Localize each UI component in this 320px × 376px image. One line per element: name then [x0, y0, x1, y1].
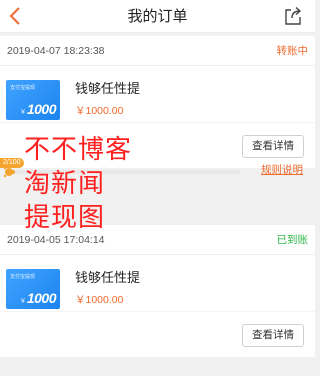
order-header: 2019-04-07 18:23:38 转账中 — [0, 36, 315, 66]
order-time: 2019-04-07 18:23:38 — [7, 44, 105, 57]
progress-handle-icon — [3, 166, 13, 178]
progress-indicator: 2/100 — [0, 158, 250, 180]
order-card: 2019-04-07 18:23:38 转账中 支付宝提现 ¥ 1000 钱够任… — [0, 36, 315, 168]
thumbnail-currency: ¥ — [20, 109, 25, 116]
thumbnail-amount: ¥ 1000 — [20, 290, 57, 306]
thumbnail-value: 1000 — [26, 101, 57, 117]
product-price: ￥1000.00 — [75, 105, 124, 117]
thumbnail-amount: ¥ 1000 — [20, 101, 57, 117]
product-name: 钱够任性提 — [75, 81, 141, 96]
progress-track — [10, 170, 240, 174]
view-details-button[interactable]: 查看详情 — [242, 324, 304, 347]
view-details-button[interactable]: 查看详情 — [242, 135, 304, 158]
rules-link[interactable]: 规则说明 — [261, 162, 303, 177]
order-status: 转账中 — [276, 45, 309, 57]
nav-bar: 我的订单 — [0, 0, 315, 33]
order-header: 2019-04-05 17:04:14 已到账 — [0, 225, 315, 255]
order-product[interactable]: 支付宝提现 ¥ 1000 钱够任性提 ￥1000.00 — [0, 66, 315, 122]
order-product[interactable]: 支付宝提现 ¥ 1000 钱够任性提 ￥1000.00 — [0, 255, 315, 311]
product-price: ￥1000.00 — [75, 294, 124, 306]
share-icon — [285, 6, 302, 25]
order-status: 已到账 — [276, 234, 309, 246]
page-title: 我的订单 — [127, 8, 188, 25]
order-time: 2019-04-05 17:04:14 — [7, 233, 105, 246]
thumbnail-value: 1000 — [26, 290, 57, 306]
share-button[interactable] — [281, 4, 305, 28]
thumbnail-currency: ¥ — [20, 298, 25, 305]
product-thumbnail: 支付宝提现 ¥ 1000 — [6, 80, 60, 120]
product-name: 钱够任性提 — [75, 270, 141, 285]
product-thumbnail: 支付宝提现 ¥ 1000 — [6, 269, 60, 309]
thumbnail-caption: 支付宝提现 — [10, 274, 36, 280]
thumbnail-caption: 支付宝提现 — [10, 85, 36, 91]
order-card: 2019-04-05 17:04:14 已到账 支付宝提现 ¥ 1000 钱够任… — [0, 225, 315, 357]
order-footer: 查看详情 — [0, 311, 315, 357]
